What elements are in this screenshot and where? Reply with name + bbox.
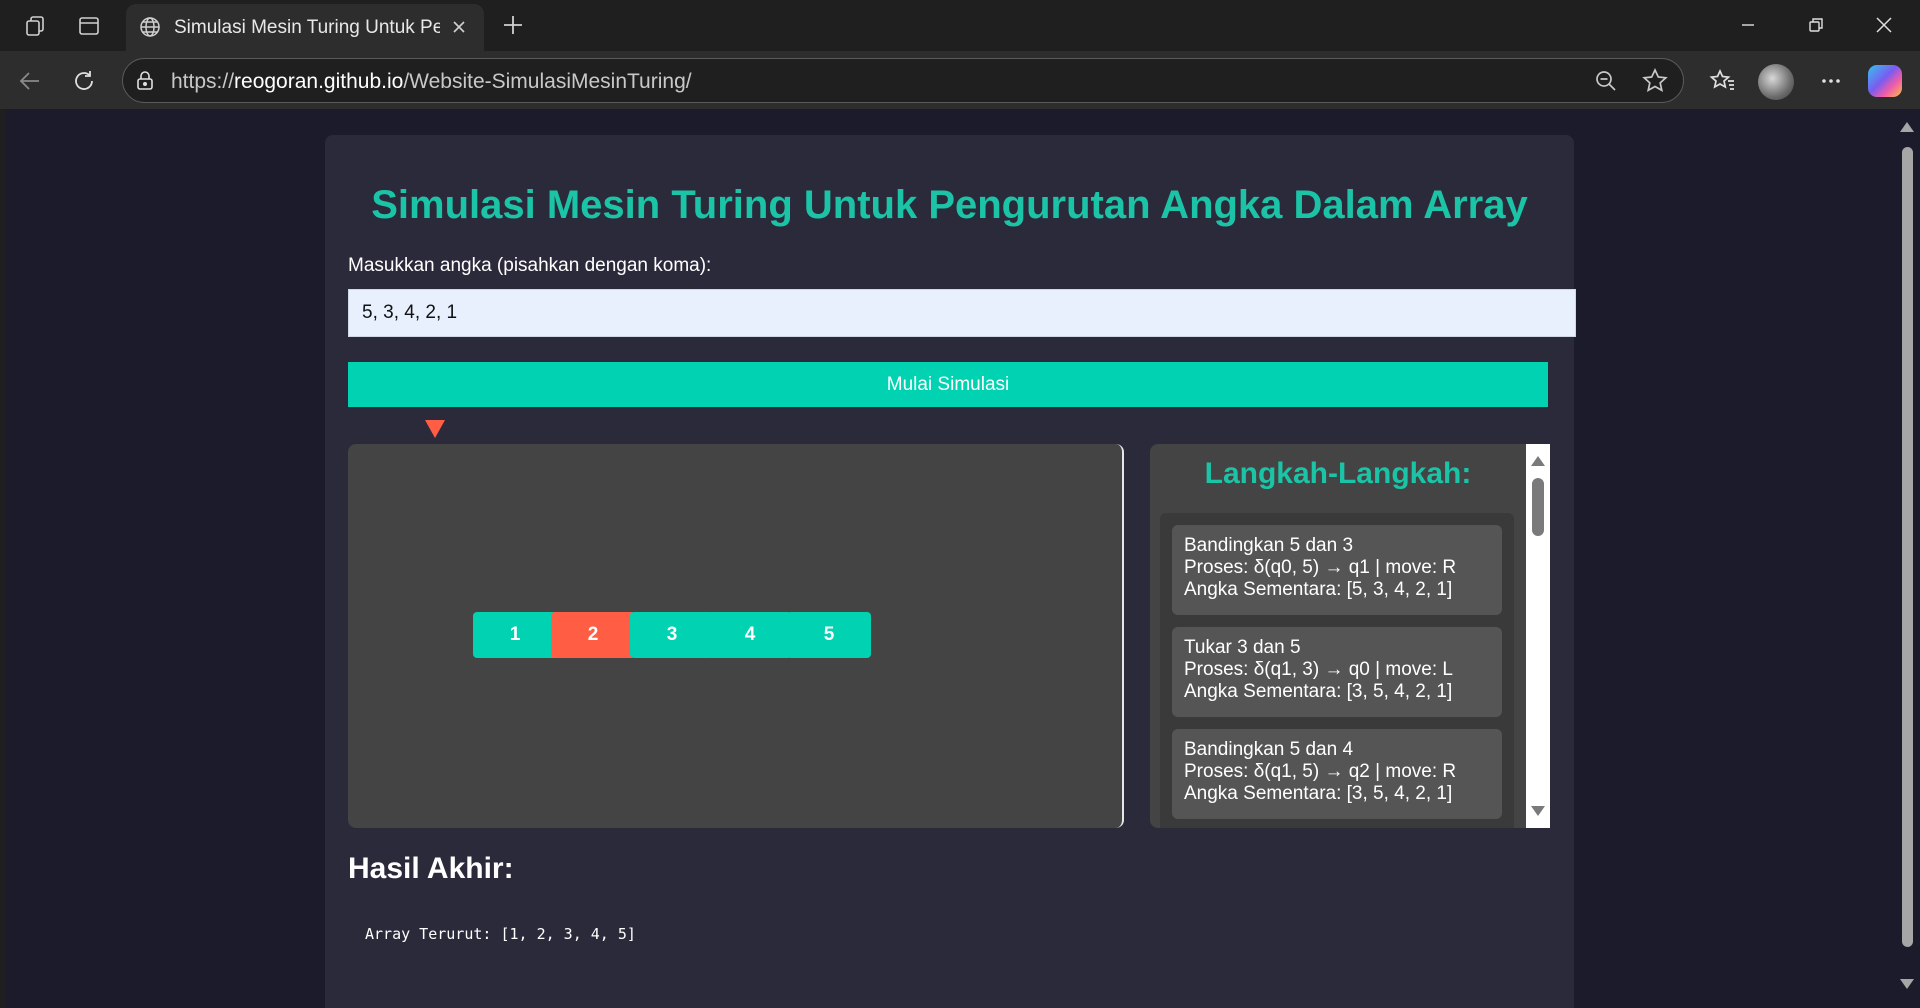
plus-icon[interactable]	[498, 10, 528, 40]
step-temp-array: Angka Sementara: [3, 5, 4, 2, 1]	[1184, 783, 1453, 804]
tab-actions-icon[interactable]	[73, 10, 105, 42]
scroll-thumb[interactable]	[1902, 147, 1913, 947]
scroll-thumb[interactable]	[1532, 478, 1544, 536]
window-close-icon[interactable]	[1856, 0, 1912, 50]
active-tab[interactable]: Simulasi Mesin Turing Untuk Pengurutan A…	[126, 4, 484, 51]
lock-icon[interactable]	[133, 69, 157, 98]
step-temp-array: Angka Sementara: [3, 5, 4, 2, 1]	[1184, 681, 1453, 702]
step-item: Bandingkan 5 dan 3 Proses: δ(q0, 5) → q1…	[1172, 525, 1502, 615]
page-scrollbar[interactable]	[1894, 109, 1920, 1008]
scroll-up-icon[interactable]	[1900, 122, 1914, 132]
step-process: Proses: δ(q1, 5) → q2 | move: R	[1184, 761, 1457, 782]
scroll-down-icon[interactable]	[1900, 979, 1914, 989]
more-icon[interactable]	[1814, 64, 1848, 98]
zoom-out-icon[interactable]	[1593, 68, 1619, 99]
steps-scrollbar[interactable]	[1526, 444, 1550, 828]
numbers-input[interactable]	[348, 289, 1576, 337]
workspaces-icon[interactable]	[20, 10, 52, 42]
step-action: Bandingkan 5 dan 4	[1184, 739, 1354, 760]
step-action: Bandingkan 5 dan 3	[1184, 535, 1354, 556]
input-label: Masukkan angka (pisahkan dengan koma):	[348, 255, 712, 276]
step-process: Proses: δ(q0, 5) → q1 | move: R	[1184, 557, 1457, 578]
minimize-icon[interactable]	[1720, 0, 1776, 50]
profile-avatar[interactable]	[1758, 64, 1794, 100]
favorites-icon[interactable]	[1706, 64, 1740, 98]
tape-area: 1 2 3 4 5	[348, 444, 1124, 828]
page-viewport: Simulasi Mesin Turing Untuk Pengurutan A…	[6, 109, 1894, 1008]
step-action: Tukar 3 dan 5	[1184, 637, 1301, 658]
star-icon[interactable]	[1641, 67, 1669, 100]
step-item: Tukar 3 dan 5 Proses: δ(q1, 3) → q0 | mo…	[1172, 627, 1502, 717]
tape-cell: 2	[551, 612, 635, 658]
back-icon[interactable]	[12, 63, 48, 99]
tape-cell: 1	[473, 612, 557, 658]
tape-cell: 4	[708, 612, 792, 658]
page-title: Simulasi Mesin Turing Untuk Pengurutan A…	[371, 183, 1528, 227]
steps-list: Bandingkan 5 dan 3 Proses: δ(q0, 5) → q1…	[1160, 513, 1514, 828]
refresh-icon[interactable]	[66, 63, 102, 99]
url-text: https://reogoran.github.io/Website-Simul…	[171, 70, 692, 93]
step-temp-array: Angka Sementara: [5, 3, 4, 2, 1]	[1184, 579, 1453, 600]
scroll-up-icon[interactable]	[1531, 456, 1545, 466]
steps-title: Langkah-Langkah:	[1204, 457, 1472, 490]
globe-icon	[138, 15, 162, 44]
tape-cell: 5	[787, 612, 871, 658]
main-card: Simulasi Mesin Turing Untuk Pengurutan A…	[325, 135, 1576, 1008]
steps-panel[interactable]: Langkah-Langkah: Bandingkan 5 dan 3 Pros…	[1150, 444, 1550, 828]
browser-tab-bar: Simulasi Mesin Turing Untuk Pengurutan A…	[0, 0, 1920, 51]
scroll-down-icon[interactable]	[1531, 806, 1545, 816]
start-simulation-button[interactable]: Mulai Simulasi	[348, 362, 1548, 407]
address-bar[interactable]: https://reogoran.github.io/Website-Simul…	[122, 58, 1684, 103]
tape-head-pointer-icon	[425, 420, 445, 438]
copilot-icon[interactable]	[1868, 65, 1902, 97]
result-text: Array Terurut: [1, 2, 3, 4, 5]	[365, 925, 636, 943]
result-title: Hasil Akhir:	[348, 852, 514, 885]
restore-icon[interactable]	[1788, 0, 1844, 50]
step-process: Proses: δ(q1, 3) → q0 | move: L	[1184, 659, 1453, 680]
step-item: Bandingkan 5 dan 4 Proses: δ(q1, 5) → q2…	[1172, 729, 1502, 819]
tape-cell: 3	[630, 612, 714, 658]
tab-title: Simulasi Mesin Turing Untuk Pengurutan A…	[174, 17, 440, 38]
close-icon[interactable]	[446, 14, 472, 40]
browser-toolbar: https://reogoran.github.io/Website-Simul…	[0, 51, 1920, 109]
